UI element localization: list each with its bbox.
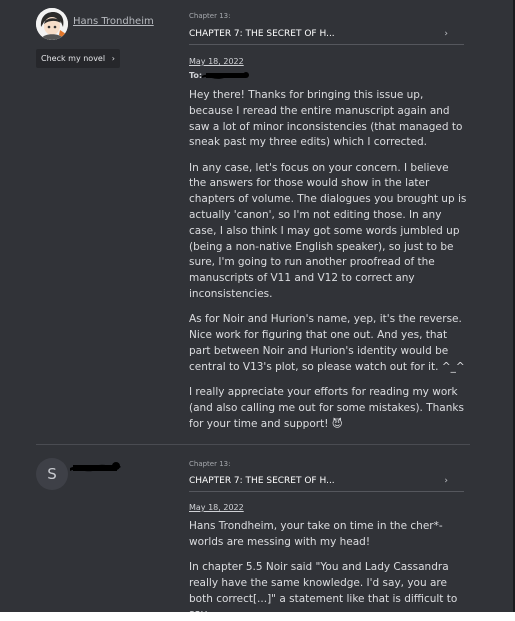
chapter-label: Chapter 13: [189,12,231,20]
comment-paragraph: In any case, let's focus on your concern… [189,161,467,301]
comment-body: Hey there! Thanks for bringing this issu… [189,88,469,442]
redacted-recipient-scribble [202,72,249,79]
comments-panel: Hans Trondheim Check my novel › Chapter … [0,0,515,612]
comment-post: Hans Trondheim Check my novel › Chapter … [0,0,513,444]
comment-paragraph: I really appreciate your efforts for rea… [189,386,464,430]
post-date[interactable]: May 18, 2022 [189,57,244,66]
chevron-right-icon: › [444,476,448,486]
anime-avatar-icon [36,8,68,40]
chapter-link[interactable]: CHAPTER 7: THE SECRET OF H... › [189,470,464,492]
comment-paragraph: As for Noir and Hurion's name, yep, it's… [189,313,465,373]
chapter-title: CHAPTER 7: THE SECRET OF H... [189,29,335,39]
redacted-author-name-scribble [70,462,121,472]
comment-paragraph: In chapter 5.5 Noir said "You and Lady C… [189,561,458,612]
check-my-novel-button[interactable]: Check my novel › [36,49,120,68]
comment-paragraph: Hans Trondheim, your take on time in the… [189,520,443,548]
author-name[interactable]: Hans Trondheim [73,16,154,27]
author-avatar[interactable]: S [36,458,68,490]
chapter-label: Chapter 13: [189,460,231,468]
author-avatar[interactable] [36,8,68,40]
comment-post: S Chapter 13: CHAPTER 7: THE SECRET OF H… [0,444,513,612]
recipient-label: To: [189,71,203,80]
check-my-novel-label: Check my novel [41,54,106,63]
post-date[interactable]: May 18, 2022 [189,503,244,512]
chevron-right-icon: › [444,29,448,39]
chapter-title: CHAPTER 7: THE SECRET OF H... [189,476,335,486]
chevron-right-icon: › [111,54,115,63]
comment-body: Hans Trondheim, your take on time in the… [189,519,469,612]
chapter-link[interactable]: CHAPTER 7: THE SECRET OF H... › [189,23,464,45]
comment-paragraph: Hey there! Thanks for bringing this issu… [189,89,463,149]
